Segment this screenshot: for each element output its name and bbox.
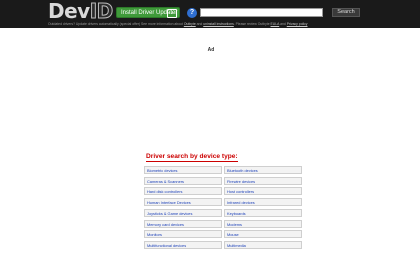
eula-link[interactable]: EULA bbox=[271, 22, 280, 26]
help-icon[interactable]: ? bbox=[187, 8, 197, 18]
device-type-link[interactable]: Bluetooth devices bbox=[227, 168, 258, 173]
top-bar: DevID Install Driver Updater ↓ ? Search … bbox=[0, 0, 420, 28]
device-type-link[interactable]: Human Interface Devices bbox=[147, 200, 191, 205]
device-type-link[interactable]: Modems bbox=[227, 222, 242, 227]
device-type-item[interactable]: Mouse bbox=[224, 230, 302, 239]
device-type-link[interactable]: Infrared devices bbox=[227, 200, 255, 205]
device-type-link[interactable]: Host controllers bbox=[227, 189, 254, 194]
device-type-item[interactable]: Hard disk controllers bbox=[144, 187, 222, 196]
device-type-link[interactable]: Multifunctional devices bbox=[147, 243, 186, 248]
device-type-item[interactable]: Keyboards bbox=[224, 208, 302, 217]
device-type-link[interactable]: Memory card devices bbox=[147, 222, 184, 227]
device-type-link[interactable]: Hard disk controllers bbox=[147, 189, 182, 194]
device-type-item[interactable]: Biometric devices bbox=[144, 166, 222, 174]
device-type-item[interactable]: Monitors bbox=[144, 230, 222, 239]
device-type-item[interactable]: Memory card devices bbox=[144, 219, 222, 228]
uninstall-instructions-link[interactable]: uninstall instructions bbox=[203, 22, 234, 26]
device-type-link[interactable]: Firewire devices bbox=[227, 179, 255, 184]
device-type-item[interactable]: Infrared devices bbox=[224, 198, 302, 207]
download-icon: ↓ bbox=[167, 9, 177, 18]
ad-label: Ad bbox=[207, 47, 215, 53]
device-type-link[interactable]: Joysticks & Game devices bbox=[147, 211, 192, 216]
device-type-item[interactable]: Cameras & Scanners bbox=[144, 176, 222, 185]
section-title: Driver search by device type: bbox=[146, 153, 238, 162]
device-type-link[interactable]: Cameras & Scanners bbox=[147, 179, 184, 184]
device-type-link[interactable]: Biometric devices bbox=[147, 168, 178, 173]
device-type-link[interactable]: Multimedia bbox=[227, 243, 246, 248]
logo-dev-text: Dev bbox=[48, 0, 90, 23]
device-type-item[interactable]: Firewire devices bbox=[224, 176, 302, 185]
device-type-item[interactable]: Multifunctional devices bbox=[144, 240, 222, 249]
outbyte-link[interactable]: Outbyte bbox=[184, 22, 196, 26]
update-notice: Outdated drivers? Update drivers automat… bbox=[48, 22, 308, 26]
device-type-link[interactable]: Mouse bbox=[227, 232, 239, 237]
privacy-policy-link[interactable]: Privacy policy bbox=[287, 22, 308, 26]
device-type-item[interactable]: Bluetooth devices bbox=[224, 166, 302, 174]
device-type-item[interactable]: Joysticks & Game devices bbox=[144, 208, 222, 217]
device-type-item[interactable]: Host controllers bbox=[224, 187, 302, 196]
device-type-item[interactable]: Multimedia bbox=[224, 240, 302, 249]
device-type-item[interactable]: Modems bbox=[224, 219, 302, 228]
search-input[interactable] bbox=[200, 8, 323, 17]
site-logo[interactable]: DevID bbox=[48, 0, 114, 23]
logo-id-text: ID bbox=[89, 0, 114, 23]
device-type-link[interactable]: Monitors bbox=[147, 232, 162, 237]
device-type-item[interactable]: Human Interface Devices bbox=[144, 198, 222, 207]
device-type-link[interactable]: Keyboards bbox=[227, 211, 246, 216]
search-button[interactable]: Search bbox=[332, 8, 360, 17]
install-driver-updater-button[interactable]: Install Driver Updater ↓ bbox=[116, 7, 180, 18]
